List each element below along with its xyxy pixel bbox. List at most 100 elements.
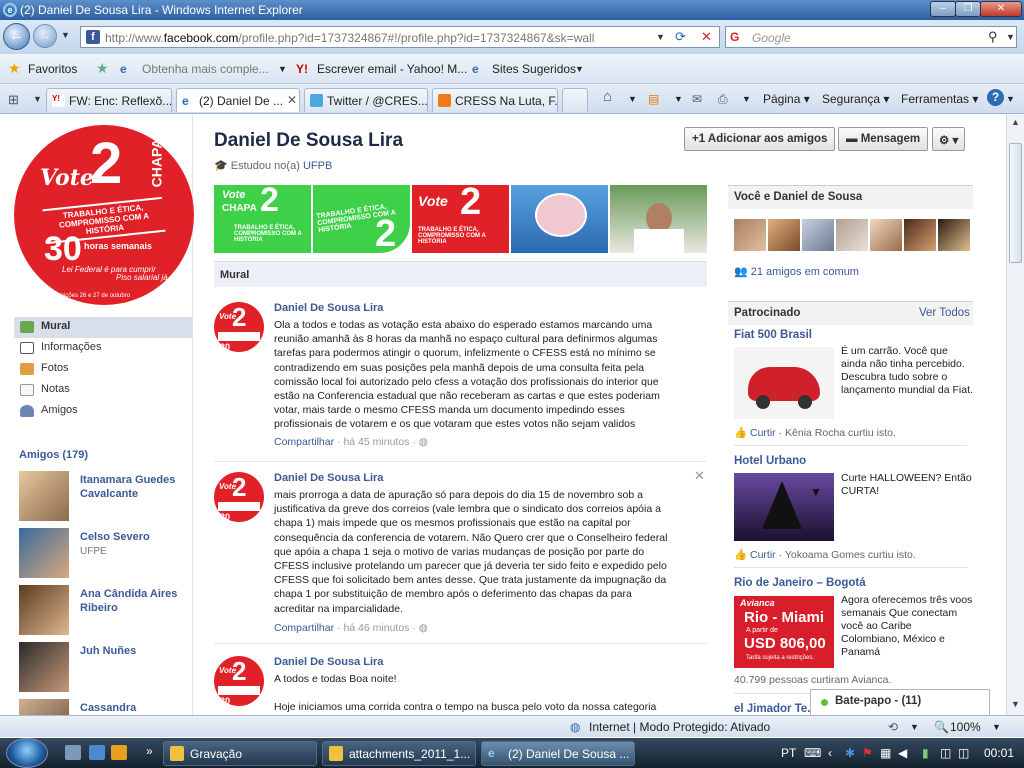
keyboard-icon[interactable]: ⌨ — [804, 746, 821, 760]
remove-post-icon[interactable]: ✕ — [694, 468, 705, 484]
favorites-button[interactable]: Favoritos — [28, 62, 77, 76]
search-box[interactable]: G Google ⚲ ▼ — [725, 26, 1017, 48]
address-bar[interactable]: f http://www.facebook.com/profile.php?id… — [80, 26, 720, 48]
ad-image[interactable] — [734, 347, 834, 419]
post-author[interactable]: Daniel De Sousa Lira — [274, 302, 383, 314]
print-icon[interactable]: ⎙ — [718, 92, 728, 107]
nav-item-notes[interactable]: Notas — [14, 380, 193, 401]
feeds-icon[interactable]: ▤ — [648, 92, 659, 106]
post-time[interactable]: há 46 minutos — [343, 622, 409, 634]
page-scrollbar[interactable]: ▲ ▼ — [1006, 115, 1024, 715]
tab-twitter[interactable]: Twitter / @CRES... — [304, 88, 428, 112]
post-avatar[interactable]: Vote 2 30 — [214, 302, 264, 352]
nav-item-friends[interactable]: Amigos — [14, 401, 193, 422]
friend-name[interactable]: Celso Severo — [80, 530, 188, 544]
post-author[interactable]: Daniel De Sousa Lira — [274, 472, 383, 484]
security-alert-icon[interactable]: ⚑ — [862, 746, 873, 760]
tools-menu[interactable]: Ferramentas ▾ — [901, 92, 978, 106]
friend-name[interactable]: Juh Nuñes — [80, 644, 188, 658]
taskbar-item-gravacao[interactable]: Gravação — [163, 741, 317, 766]
mutual-friend-photo[interactable] — [836, 219, 868, 251]
ad-title[interactable]: el Jimador Te... — [734, 703, 817, 715]
suggested-sites-link[interactable]: Sites Sugeridos — [492, 62, 576, 76]
ad-image[interactable]: Avianca Rio - Miami A partir de USD 806,… — [734, 596, 834, 668]
mutual-friend-photo[interactable] — [734, 219, 766, 251]
tab-list-dropdown-icon[interactable]: ▼ — [33, 94, 42, 104]
friend-item[interactable]: Itanamara Guedes Cavalcante — [19, 471, 191, 523]
favorite-link-1[interactable]: Obtenha mais comple... — [142, 62, 269, 76]
scroll-down-icon[interactable]: ▼ — [1011, 699, 1020, 709]
strip-photo[interactable]: Vote 2 CHAPA TRABALHO E ÉTICA, COMPROMIS… — [214, 185, 311, 253]
friend-photo[interactable] — [19, 642, 69, 692]
media-player-icon[interactable] — [111, 745, 127, 760]
protected-mode-icon[interactable]: ⟲ — [888, 720, 898, 734]
battery-icon[interactable]: ▮ — [922, 746, 929, 760]
ad-image[interactable]: ▼ — [734, 473, 834, 541]
zoom-dropdown-icon[interactable]: ▼ — [992, 722, 1001, 732]
page-menu[interactable]: Página ▾ — [763, 92, 810, 106]
friend-photo[interactable] — [19, 528, 69, 578]
quick-tabs-icon[interactable]: ⊞ — [8, 92, 19, 108]
strip-photo[interactable] — [610, 185, 707, 253]
friend-item[interactable]: Cassandra — [19, 699, 191, 715]
search-options-icon[interactable]: ▼ — [1006, 32, 1015, 42]
tab-cress-na-luta[interactable]: CRESS Na Luta, F... — [432, 88, 558, 112]
friend-item[interactable]: Celso Severo UFPE — [19, 528, 191, 580]
like-link[interactable]: 👍 Curtir — [734, 549, 776, 561]
minimize-button[interactable]: – — [930, 1, 956, 17]
favorite-link-1-dropdown-icon[interactable]: ▼ — [278, 64, 287, 74]
mutual-friend-photo[interactable] — [768, 219, 800, 251]
add-favorite-icon[interactable]: ★ — [96, 60, 109, 77]
friend-photo[interactable] — [19, 471, 69, 521]
home-icon[interactable]: ⌂ — [603, 88, 612, 105]
ad-title[interactable]: Rio de Janeiro – Bogotá — [734, 577, 866, 589]
start-button[interactable] — [6, 738, 48, 768]
volume-icon[interactable]: ◀ — [898, 746, 907, 760]
taskbar-item-ie[interactable]: e (2) Daniel De Sousa ... — [481, 741, 635, 766]
mutual-friend-photo[interactable] — [904, 219, 936, 251]
friend-item[interactable]: Juh Nuñes — [19, 642, 191, 694]
close-tab-icon[interactable]: ✕ — [287, 93, 297, 107]
quick-launch-ie-icon[interactable] — [89, 745, 105, 760]
post-author[interactable]: Daniel De Sousa Lira — [274, 656, 383, 668]
close-window-button[interactable]: ✕ — [980, 1, 1022, 17]
share-link[interactable]: Compartilhar — [274, 436, 334, 448]
read-mail-icon[interactable]: ✉ — [692, 92, 702, 106]
search-input[interactable]: Google — [752, 31, 791, 45]
search-icon[interactable]: ⚲ — [988, 29, 998, 45]
forward-button[interactable]: → — [33, 24, 57, 48]
friend-item[interactable]: Ana Cândida Aires Ribeiro — [19, 585, 191, 637]
bluetooth-icon[interactable]: ✱ — [845, 746, 855, 760]
nav-item-mural[interactable]: Mural — [14, 317, 193, 338]
post-avatar[interactable]: Vote 2 30 — [214, 472, 264, 522]
friend-name[interactable]: Ana Cândida Aires Ribeiro — [80, 587, 188, 615]
like-link[interactable]: 👍 Curtir — [734, 427, 776, 439]
strip-photo[interactable]: TRABALHO E ÉTICA, COMPROMISSO COM A HIST… — [313, 185, 410, 253]
feeds-dropdown-icon[interactable]: ▼ — [674, 94, 683, 104]
ad-title[interactable]: Hotel Urbano — [734, 455, 806, 467]
security-zone-text[interactable]: Internet | Modo Protegido: Ativado — [589, 720, 770, 734]
strip-photo[interactable]: Vote 2 TRABALHO E ÉTICA, COMPROMISSO COM… — [412, 185, 509, 253]
stop-icon[interactable]: ✕ — [701, 29, 712, 45]
quick-launch-more-icon[interactable]: » — [146, 744, 153, 758]
refresh-icon[interactable]: ⟳ — [675, 29, 686, 45]
tab-fw-enc[interactable]: Y! FW: Enc: Reflexõ... — [46, 88, 172, 112]
tray-app-icon-2[interactable]: ◫ — [958, 746, 969, 760]
school-link[interactable]: UFPB — [303, 160, 332, 172]
nav-item-info[interactable]: Informações — [14, 338, 193, 359]
mutual-friends-count[interactable]: 👥 21 amigos em comum — [734, 265, 859, 278]
back-button[interactable]: ← — [3, 23, 30, 50]
show-desktop-icon[interactable] — [65, 745, 81, 760]
new-tab-button[interactable] — [562, 88, 588, 112]
mutual-friend-photo[interactable] — [938, 219, 970, 251]
taskbar-item-attachments[interactable]: attachments_2011_1... — [322, 741, 476, 766]
ad-title[interactable]: Fiat 500 Brasil — [734, 329, 812, 341]
profile-picture[interactable]: Vote 2 CHAPA TRABALHO E ÉTICA, COMPROMIS… — [14, 125, 194, 305]
share-link[interactable]: Compartilhar — [274, 622, 334, 634]
home-dropdown-icon[interactable]: ▼ — [628, 94, 637, 104]
maximize-button[interactable]: ❐ — [955, 1, 981, 17]
protected-mode-dropdown-icon[interactable]: ▼ — [910, 722, 919, 732]
mutual-friend-photo[interactable] — [870, 219, 902, 251]
friend-name[interactable]: Cassandra — [80, 701, 188, 715]
network-icon[interactable]: ▦ — [880, 746, 891, 760]
